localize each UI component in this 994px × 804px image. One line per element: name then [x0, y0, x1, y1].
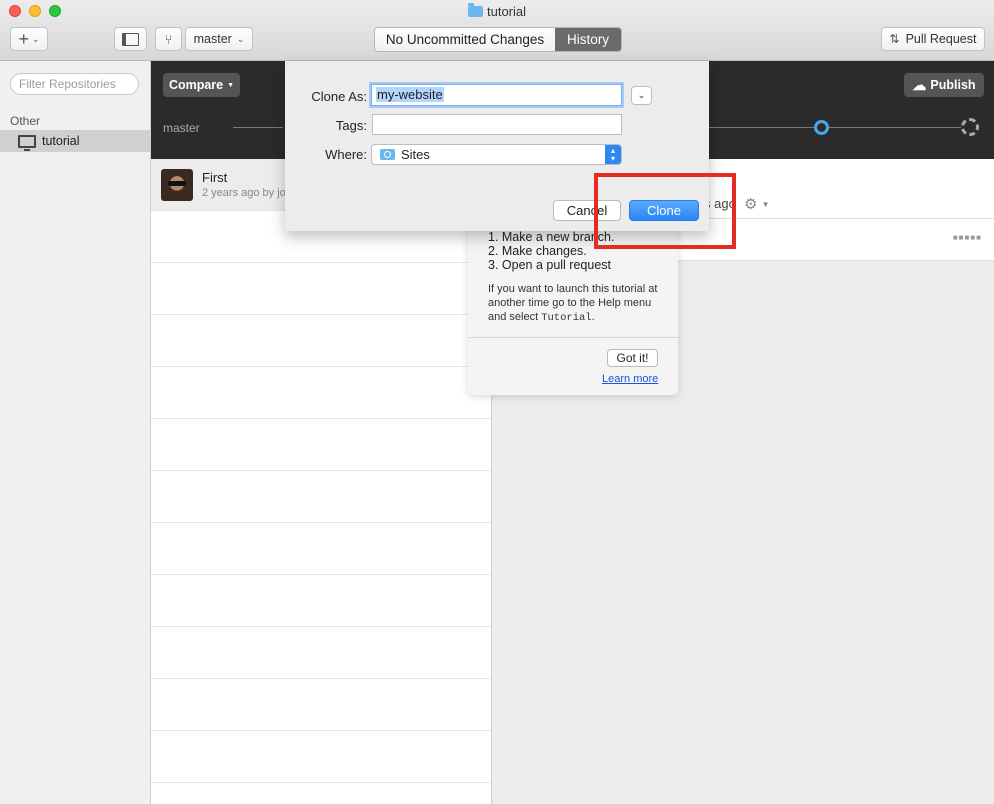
monitor-icon [18, 134, 36, 151]
divider [468, 337, 678, 338]
new-branch-button[interactable]: ⑂ [155, 27, 182, 51]
sidebar-group-label: Other [10, 114, 41, 128]
list-item [151, 679, 491, 731]
cloud-upload-icon: ☁ [912, 76, 927, 93]
where-select[interactable]: Sites ▴ ▾ [371, 144, 622, 165]
sidebar: Filter Repositories Other tutorial [0, 61, 151, 804]
sidebar-icon [122, 32, 139, 46]
got-it-button[interactable]: Got it! [607, 349, 658, 367]
branch-label: master [163, 121, 200, 135]
compare-button[interactable]: Compare ▼ [163, 73, 240, 97]
sidebar-item-tutorial[interactable]: tutorial [0, 130, 150, 152]
filter-repositories-input[interactable]: Filter Repositories [10, 73, 139, 95]
folder-icon [380, 149, 395, 160]
tags-input[interactable] [372, 114, 622, 135]
list-item [151, 367, 491, 419]
highlight-box [594, 173, 736, 249]
view-switcher: No Uncommitted Changes History [374, 27, 622, 52]
pull-request-icon: ⇅ [889, 32, 900, 46]
list-item [151, 419, 491, 471]
clone-as-label: Clone As: [311, 89, 367, 104]
commit-node[interactable] [814, 120, 829, 135]
tab-history[interactable]: History [555, 28, 621, 51]
branch-line [233, 127, 283, 128]
clone-as-input[interactable]: my-website [371, 84, 622, 106]
chevron-down-icon: ⌄ [31, 33, 40, 44]
sidebar-item-label: tutorial [42, 134, 80, 148]
gear-icon[interactable]: ⚙ ▼ [744, 195, 770, 213]
branch-selector[interactable]: master ⌄ [185, 27, 253, 51]
chevron-down-icon: ⌄ [637, 90, 646, 100]
tutorial-step: 3. Open a pull request [488, 258, 611, 272]
folder-icon [467, 3, 483, 17]
tab-uncommitted-changes[interactable]: No Uncommitted Changes [375, 28, 555, 51]
caret-down-icon: ▼ [227, 81, 235, 89]
branch-line [829, 127, 963, 128]
list-item [151, 263, 491, 315]
commit-subtitle: 2 years ago by jo [202, 187, 286, 199]
plus-icon: + [18, 29, 29, 49]
window-title: tutorial [0, 3, 994, 19]
publish-button[interactable]: ☁ Publish [904, 73, 984, 97]
tags-label: Tags: [335, 118, 367, 133]
commit-title: First [202, 170, 228, 185]
uncommitted-node[interactable] [961, 118, 979, 136]
more-icon[interactable]: ■■■■■ [953, 233, 982, 242]
list-item [151, 575, 491, 627]
list-item [151, 471, 491, 523]
avatar [161, 169, 193, 201]
commit-list: First 2 years ago by jo [151, 159, 492, 804]
chevron-down-icon: ⌄ [236, 33, 245, 44]
branch-line [709, 127, 817, 128]
add-button[interactable]: + ⌄ [10, 27, 48, 51]
tutorial-popover: 1. Make a new branch. 2. Make changes. 3… [468, 225, 678, 395]
list-item [151, 523, 491, 575]
learn-more-link[interactable]: Learn more [602, 373, 658, 385]
list-item [151, 627, 491, 679]
title-bar: tutorial + ⌄ ⑂ master ⌄ No Uncommitted C… [0, 0, 994, 61]
where-label: Where: [325, 147, 367, 162]
list-item [151, 315, 491, 367]
toggle-sidebar-button[interactable] [114, 27, 147, 51]
tutorial-note: If you want to launch this tutorial at a… [488, 283, 658, 324]
clone-as-options-button[interactable]: ⌄ [631, 86, 652, 105]
select-arrows-icon: ▴ ▾ [605, 145, 621, 164]
pull-request-button[interactable]: ⇅ Pull Request [881, 27, 985, 51]
branch-icon: ⑂ [164, 31, 173, 47]
list-item [151, 731, 491, 783]
